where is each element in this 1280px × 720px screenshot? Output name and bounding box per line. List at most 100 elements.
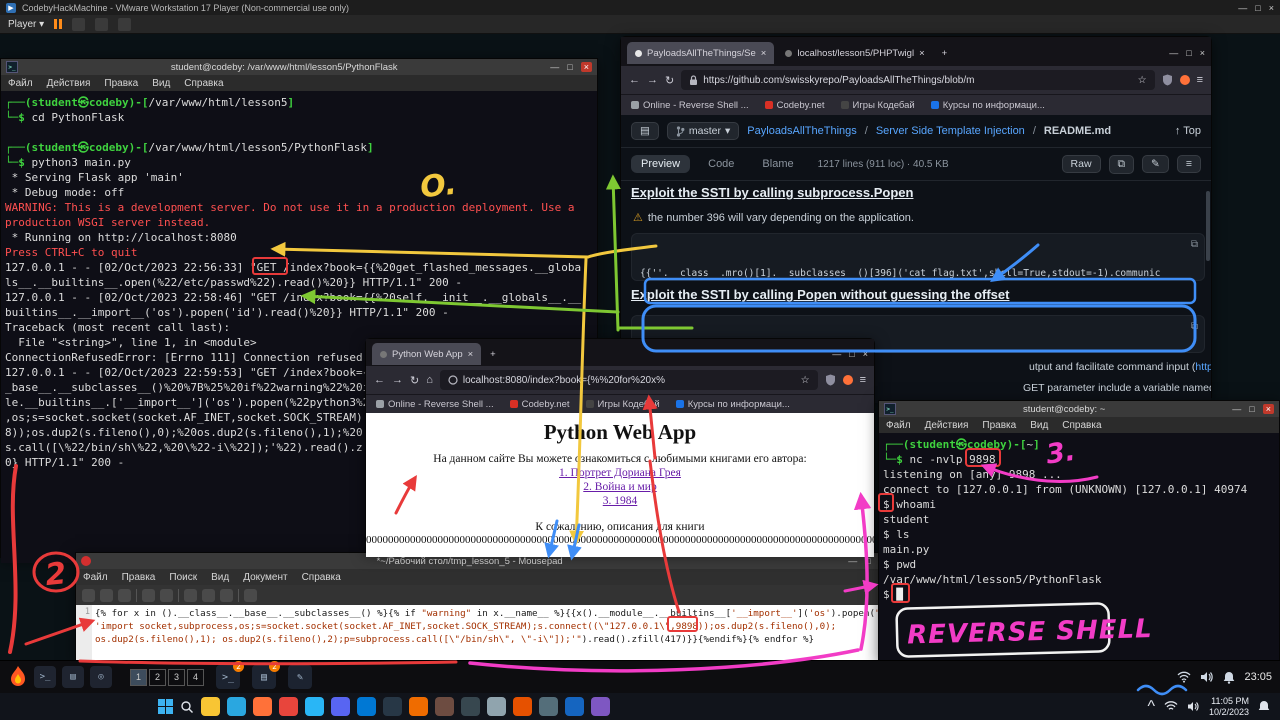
taskbar-app-icon[interactable] xyxy=(539,697,558,716)
taskbar-app-icon[interactable] xyxy=(201,697,220,716)
breadcrumb-folder[interactable]: Server Side Template Injection xyxy=(876,125,1025,137)
taskbar-app-icon[interactable] xyxy=(435,697,454,716)
back-button[interactable]: ← xyxy=(374,374,385,386)
new-tab-button[interactable]: + xyxy=(936,48,954,59)
extension-icon[interactable] xyxy=(843,375,853,385)
taskbar-app-icon[interactable] xyxy=(487,697,506,716)
tab-preview[interactable]: Preview xyxy=(631,155,690,173)
edit-file-button[interactable]: ✎ xyxy=(1142,155,1169,173)
search-icon[interactable] xyxy=(180,700,194,714)
copy-code-icon[interactable]: ⧉ xyxy=(1191,320,1198,334)
book-link-3[interactable]: 3. 1984 xyxy=(366,495,874,507)
tab-close-icon[interactable]: × xyxy=(761,48,767,59)
menu-item[interactable]: Вид xyxy=(1023,420,1055,431)
taskbar-app-icon[interactable] xyxy=(305,697,324,716)
start-button[interactable] xyxy=(158,699,173,714)
taskbar-app-icon[interactable] xyxy=(331,697,350,716)
taskbar-app-icon[interactable] xyxy=(279,697,298,716)
raw-button[interactable]: Raw xyxy=(1062,155,1101,173)
maximize-button[interactable]: □ xyxy=(567,62,572,72)
branch-selector[interactable]: master ▾ xyxy=(667,122,739,140)
terminal2-titlebar[interactable]: >_ student@codeby: ~ — □ × xyxy=(879,401,1279,417)
book-link-2[interactable]: 2. Война и мир xyxy=(366,481,874,493)
maximize-button[interactable]: □ xyxy=(865,556,870,566)
menu-item[interactable]: Действия xyxy=(40,78,98,89)
tab-close-icon[interactable]: × xyxy=(468,349,474,360)
undo-button[interactable] xyxy=(142,589,155,602)
taskbar-app-icon[interactable] xyxy=(227,697,246,716)
notification-bell-icon[interactable] xyxy=(1258,700,1270,713)
readme-heading-subprocess-popen[interactable]: Exploit the SSTI by calling subprocess.P… xyxy=(631,185,913,200)
bookmark-item[interactable]: Игры Кодебай xyxy=(841,100,915,111)
hamburger-menu-icon[interactable]: ≡ xyxy=(860,374,866,386)
bookmark-star-icon[interactable]: ☆ xyxy=(1138,75,1147,86)
url-bar[interactable]: https://github.com/swisskyrepo/PayloadsA… xyxy=(681,70,1154,90)
tab-localhost-phptwig[interactable]: localhost/lesson5/PHPTwigl × xyxy=(777,42,932,64)
menu-item[interactable]: Правка xyxy=(975,420,1023,431)
close-button[interactable]: × xyxy=(1263,404,1274,414)
wifi-icon[interactable] xyxy=(1164,701,1178,712)
minimize-button[interactable]: — xyxy=(848,556,857,566)
menu-item[interactable]: Правка xyxy=(115,572,163,583)
vmware-maximize-button[interactable]: □ xyxy=(1255,3,1260,13)
browser-launcher-icon[interactable]: ◎ xyxy=(90,666,112,688)
cut-button[interactable] xyxy=(184,589,197,602)
menu-item[interactable]: Вид xyxy=(145,78,177,89)
window-button-editor[interactable]: ✎ xyxy=(288,665,312,689)
close-button[interactable]: × xyxy=(1200,48,1205,58)
tray-chevron-icon[interactable]: ^ xyxy=(1147,698,1155,716)
twitter-link[interactable]: https://twitter.com/SecGus xyxy=(1195,361,1211,373)
url-bar[interactable]: localhost:8080/index?book={%%20for%20x% … xyxy=(440,370,818,390)
scrollbar[interactable] xyxy=(1206,191,1210,261)
menu-item[interactable]: Вид xyxy=(204,572,236,583)
maximize-button[interactable]: □ xyxy=(1186,48,1191,58)
player-menu[interactable]: Player ▾ xyxy=(8,19,44,30)
search-button[interactable] xyxy=(244,589,257,602)
mousepad-editor[interactable]: 1 {% for x in ().__class__.__base__.__su… xyxy=(76,605,889,661)
applications-menu-icon[interactable] xyxy=(8,665,28,689)
workspace-4[interactable]: 4 xyxy=(187,669,204,686)
taskbar-app-icon[interactable] xyxy=(253,697,272,716)
copy-button[interactable] xyxy=(202,589,215,602)
menu-item[interactable]: Справка xyxy=(295,572,348,583)
tab-payloadsallthethings[interactable]: PayloadsAllTheThings/Se × xyxy=(627,42,774,64)
vmware-close-button[interactable]: × xyxy=(1269,3,1274,13)
save-button[interactable] xyxy=(118,589,131,602)
workspace-1[interactable]: 1 xyxy=(130,669,147,686)
volume-icon[interactable] xyxy=(1200,671,1214,683)
more-options-button[interactable]: ≡ xyxy=(1177,155,1201,173)
bookmark-item[interactable]: Игры Кодебай xyxy=(586,399,660,410)
minimize-button[interactable]: — xyxy=(550,62,559,72)
devices-button[interactable] xyxy=(95,18,108,31)
minimize-button[interactable]: — xyxy=(832,349,841,359)
workspace-2[interactable]: 2 xyxy=(149,669,166,686)
menu-item[interactable]: Файл xyxy=(879,420,918,431)
taskbar-app-icon[interactable] xyxy=(565,697,584,716)
windows-clock[interactable]: 11:05 PM 10/2/2023 xyxy=(1209,696,1249,718)
speaker-icon[interactable] xyxy=(1187,701,1200,712)
suspend-vm-button[interactable] xyxy=(54,19,62,29)
maximize-button[interactable]: □ xyxy=(849,349,854,359)
close-button[interactable]: × xyxy=(581,62,592,72)
terminal1-titlebar[interactable]: >_ student@codeby: /var/www/html/lesson5… xyxy=(1,59,597,75)
paste-button[interactable] xyxy=(220,589,233,602)
bell-icon[interactable] xyxy=(1223,671,1235,684)
bookmark-item[interactable]: Codeby.net xyxy=(765,100,825,111)
window-button-terminal[interactable]: >_ 2 xyxy=(216,665,240,689)
tab-blame[interactable]: Blame xyxy=(752,155,803,173)
network-icon[interactable] xyxy=(1177,671,1191,683)
menu-item[interactable]: Справка xyxy=(177,78,230,89)
bookmark-item[interactable]: Online - Reverse Shell ... xyxy=(631,100,749,111)
taskbar-app-icon[interactable] xyxy=(461,697,480,716)
menu-item[interactable]: Правка xyxy=(97,78,145,89)
minimize-button[interactable]: — xyxy=(1169,48,1178,58)
open-file-button[interactable] xyxy=(100,589,113,602)
forward-button[interactable]: → xyxy=(392,374,403,386)
taskbar-app-icon[interactable] xyxy=(357,697,376,716)
menu-item[interactable]: Справка xyxy=(1055,420,1108,431)
reload-button[interactable]: ↻ xyxy=(665,74,674,87)
new-tab-button[interactable]: + xyxy=(484,349,502,360)
bookmark-star-icon[interactable]: ☆ xyxy=(801,375,810,386)
fullscreen-button[interactable] xyxy=(72,18,85,31)
sidebar-toggle-button[interactable]: ▤ xyxy=(631,122,659,140)
